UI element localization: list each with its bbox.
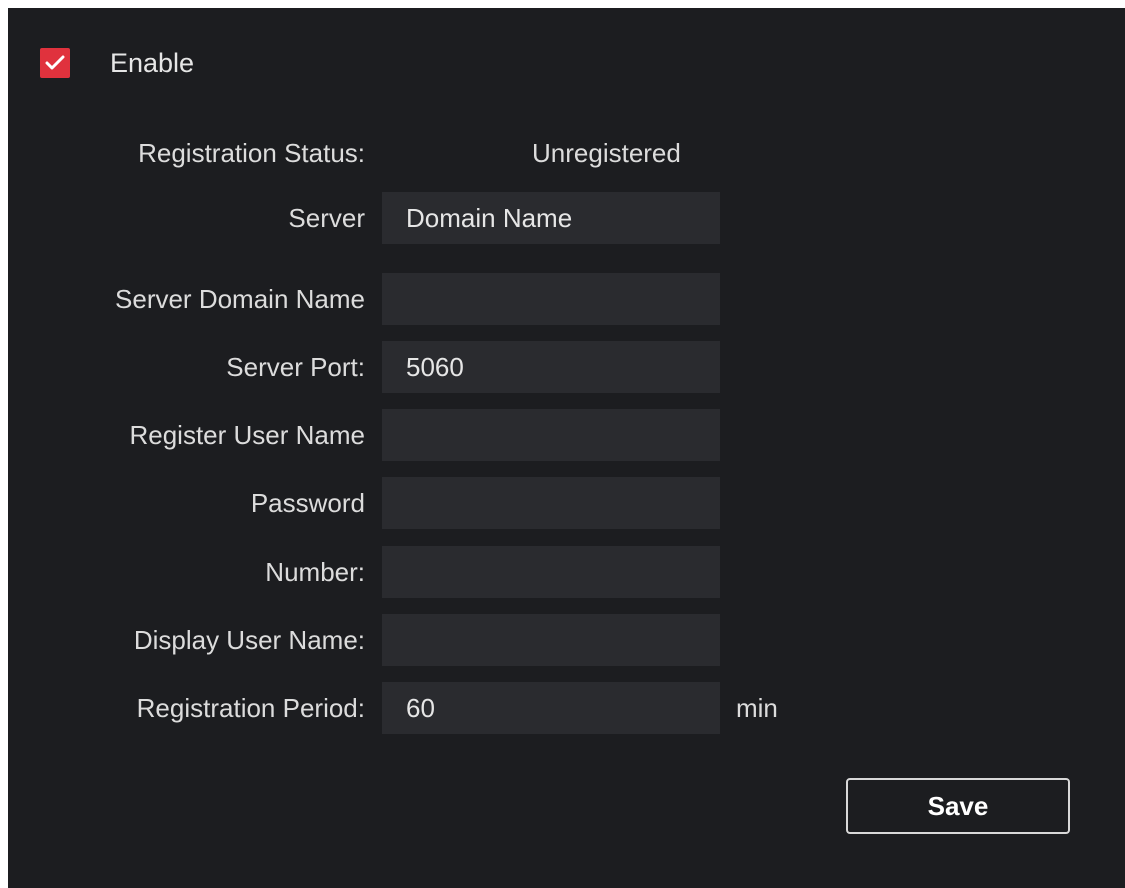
checkmark-icon <box>45 55 65 70</box>
password-label: Password <box>250 488 365 518</box>
registration-period-unit: min <box>736 693 778 723</box>
enable-checkbox[interactable] <box>40 48 70 78</box>
registration-period-row: Registration Period: min <box>8 682 1125 734</box>
server-row: Server Domain Name <box>8 192 1125 244</box>
registration-status-value: Unregistered <box>532 138 681 168</box>
server-port-row: Server Port: <box>8 341 1125 393</box>
display-user-name-row: Display User Name: <box>8 614 1125 666</box>
server-label: Server <box>288 203 365 233</box>
save-button[interactable]: Save <box>846 778 1070 834</box>
server-domain-name-input[interactable] <box>382 273 720 325</box>
server-select[interactable]: Domain Name <box>382 192 720 244</box>
registration-period-label: Registration Period: <box>136 693 365 723</box>
number-row: Number: <box>8 546 1125 598</box>
registration-period-input[interactable] <box>382 682 720 734</box>
server-domain-name-row: Server Domain Name <box>8 273 1125 325</box>
display-user-name-input[interactable] <box>382 614 720 666</box>
server-domain-name-label: Server Domain Name <box>115 284 365 314</box>
server-port-label: Server Port: <box>226 352 365 382</box>
number-label: Number: <box>265 557 365 587</box>
number-input[interactable] <box>382 546 720 598</box>
server-port-input[interactable] <box>382 341 720 393</box>
registration-status-label: Registration Status: <box>138 138 365 168</box>
register-user-name-input[interactable] <box>382 409 720 461</box>
register-user-name-row: Register User Name <box>8 409 1125 461</box>
enable-label: Enable <box>110 47 195 78</box>
sip-settings-panel: Enable Registration Status: Unregistered… <box>8 8 1125 888</box>
password-row: Password <box>8 477 1125 529</box>
password-input[interactable] <box>382 477 720 529</box>
display-user-name-label: Display User Name: <box>133 625 365 655</box>
register-user-name-label: Register User Name <box>129 420 365 450</box>
enable-row: Enable <box>40 48 194 78</box>
